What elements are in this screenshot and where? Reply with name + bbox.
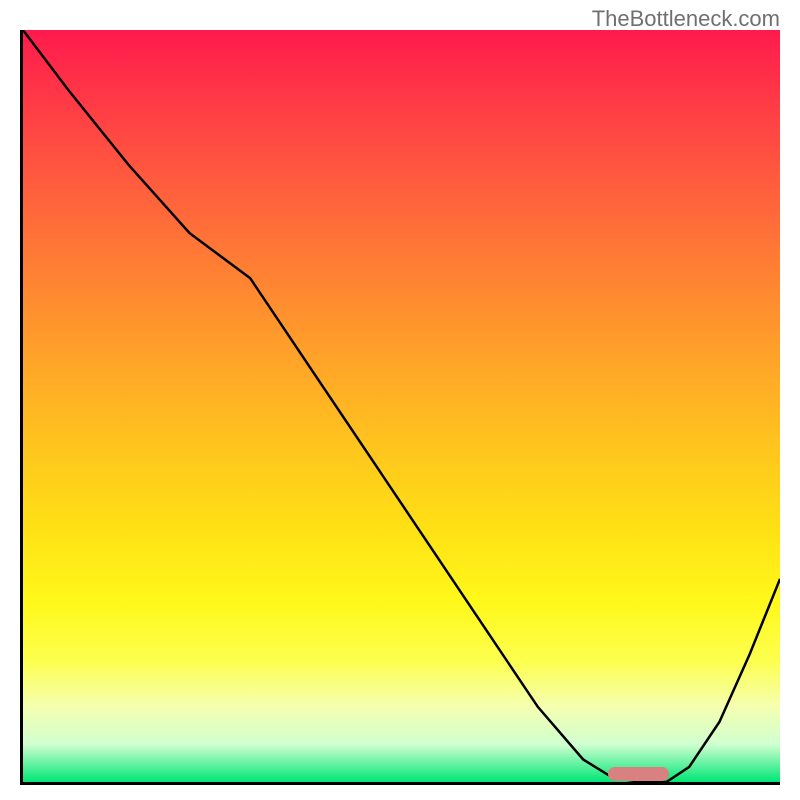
chart-container: TheBottleneck.com [0,0,800,800]
bottleneck-curve [23,30,780,782]
optimal-marker [608,767,669,781]
plot-area [20,30,780,785]
watermark: TheBottleneck.com [592,6,780,32]
